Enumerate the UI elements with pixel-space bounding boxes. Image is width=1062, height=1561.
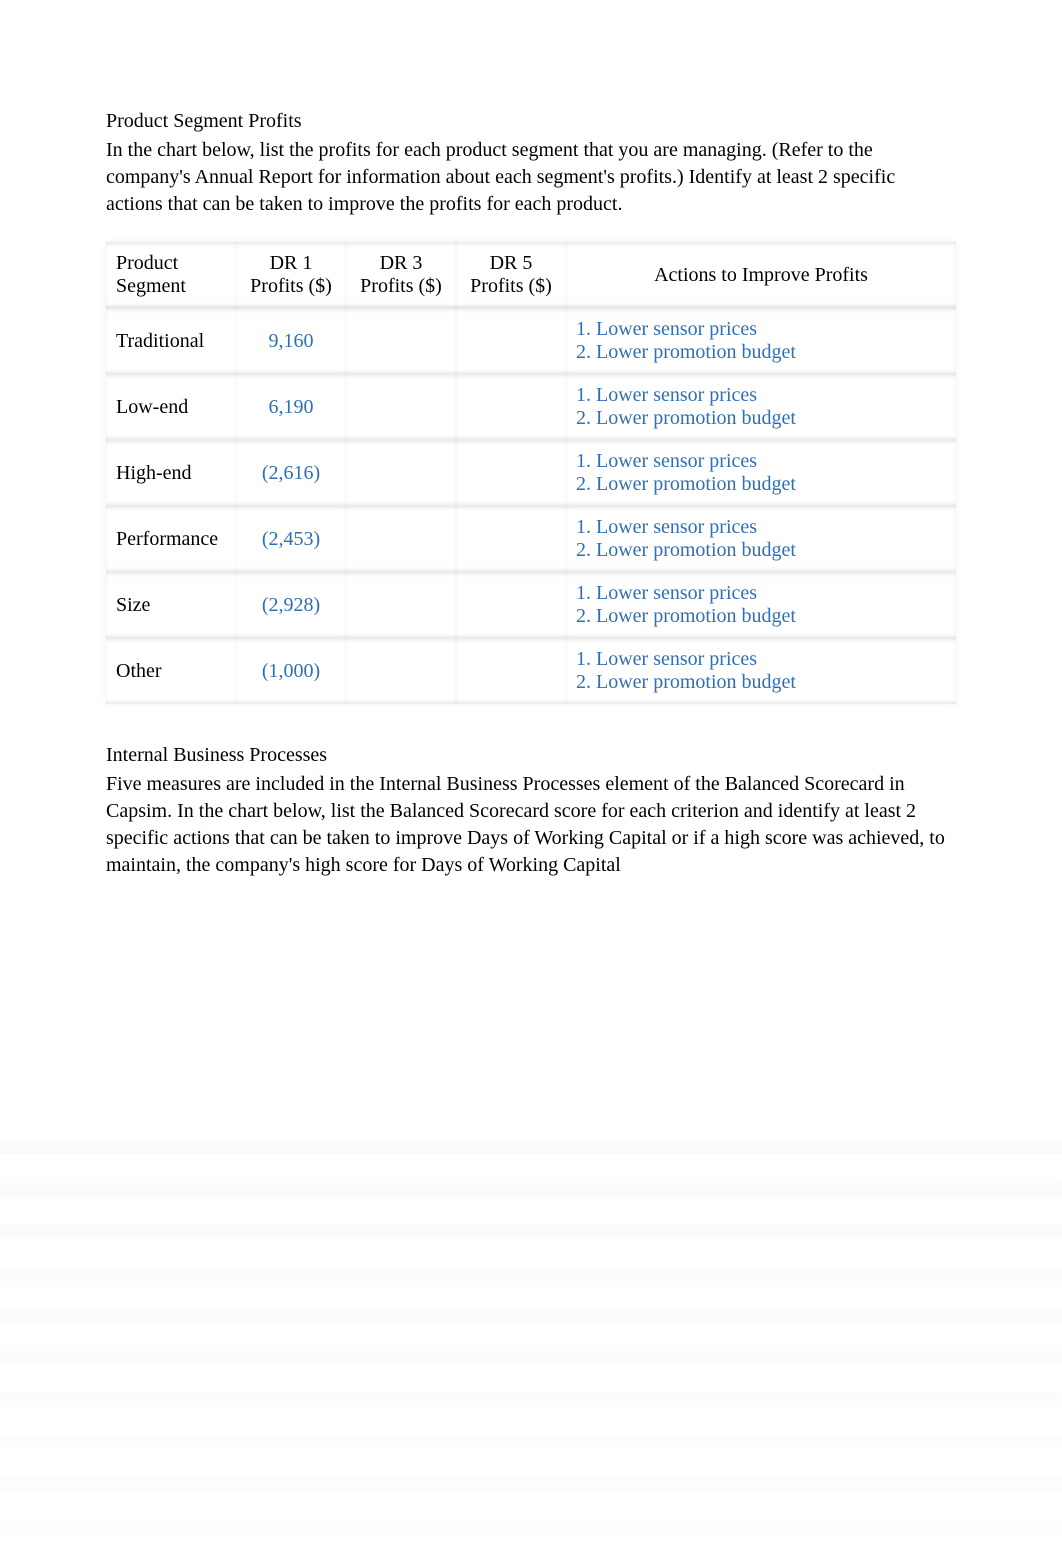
table-row: Traditional 9,160 1. Lower sensor prices… [106, 308, 956, 374]
cell-actions: 1. Lower sensor prices 2. Lower promotio… [566, 638, 956, 704]
document-page: Product Segment Profits In the chart bel… [0, 0, 1062, 1561]
col-header-actions: Actions to Improve Profits [566, 242, 956, 308]
col-header-dr1: DR 1 Profits ($) [236, 242, 346, 308]
action-2: 2. Lower promotion budget [576, 407, 946, 430]
cell-dr1-profit: (2,928) [236, 572, 346, 638]
cell-actions: 1. Lower sensor prices 2. Lower promotio… [566, 308, 956, 374]
table-row: Size (2,928) 1. Lower sensor prices 2. L… [106, 572, 956, 638]
cell-dr1-profit: 9,160 [236, 308, 346, 374]
action-2: 2. Lower promotion budget [576, 473, 946, 496]
action-1: 1. Lower sensor prices [576, 516, 946, 539]
cell-dr1-profit: 6,190 [236, 374, 346, 440]
cell-dr5-profit [456, 638, 566, 704]
cell-dr5-profit [456, 308, 566, 374]
product-segment-profits-table: Product Segment DR 1 Profits ($) DR 3 Pr… [106, 242, 956, 704]
table-header-row: Product Segment DR 1 Profits ($) DR 3 Pr… [106, 242, 956, 308]
cell-dr3-profit [346, 374, 456, 440]
cell-actions: 1. Lower sensor prices 2. Lower promotio… [566, 440, 956, 506]
table-row: Performance (2,453) 1. Lower sensor pric… [106, 506, 956, 572]
cell-segment: Traditional [106, 308, 236, 374]
action-1: 1. Lower sensor prices [576, 648, 946, 671]
table-row: High-end (2,616) 1. Lower sensor prices … [106, 440, 956, 506]
col-header-dr3: DR 3 Profits ($) [346, 242, 456, 308]
cell-segment: Low-end [106, 374, 236, 440]
cell-dr3-profit [346, 572, 456, 638]
cell-dr5-profit [456, 440, 566, 506]
col-header-segment: Product Segment [106, 242, 236, 308]
action-1: 1. Lower sensor prices [576, 582, 946, 605]
action-2: 2. Lower promotion budget [576, 539, 946, 562]
cell-dr3-profit [346, 638, 456, 704]
cell-dr3-profit [346, 440, 456, 506]
cell-segment: Size [106, 572, 236, 638]
cell-dr5-profit [456, 374, 566, 440]
cell-dr5-profit [456, 572, 566, 638]
cell-dr5-profit [456, 506, 566, 572]
col-header-dr5: DR 5 Profits ($) [456, 242, 566, 308]
action-1: 1. Lower sensor prices [576, 450, 946, 473]
cell-dr1-profit: (2,616) [236, 440, 346, 506]
action-2: 2. Lower promotion budget [576, 671, 946, 694]
cell-actions: 1. Lower sensor prices 2. Lower promotio… [566, 374, 956, 440]
cell-dr3-profit [346, 308, 456, 374]
cell-segment: Performance [106, 506, 236, 572]
cell-dr1-profit: (2,453) [236, 506, 346, 572]
cell-segment: High-end [106, 440, 236, 506]
action-2: 2. Lower promotion budget [576, 605, 946, 628]
section2-intro-text: Five measures are included in the Intern… [106, 771, 956, 879]
section-title-product-segment-profits: Product Segment Profits [106, 110, 956, 133]
action-1: 1. Lower sensor prices [576, 384, 946, 407]
page-number: 3 [527, 1270, 536, 1291]
section-title-internal-business-processes: Internal Business Processes [106, 744, 956, 767]
table-row: Low-end 6,190 1. Lower sensor prices 2. … [106, 374, 956, 440]
action-1: 1. Lower sensor prices [576, 318, 946, 341]
cell-dr1-profit: (1,000) [236, 638, 346, 704]
table-row: Other (1,000) 1. Lower sensor prices 2. … [106, 638, 956, 704]
cell-dr3-profit [346, 506, 456, 572]
cell-actions: 1. Lower sensor prices 2. Lower promotio… [566, 572, 956, 638]
section1-intro-text: In the chart below, list the profits for… [106, 137, 956, 218]
action-2: 2. Lower promotion budget [576, 341, 946, 364]
blurred-content-overlay [0, 1141, 1062, 1561]
cell-segment: Other [106, 638, 236, 704]
cell-actions: 1. Lower sensor prices 2. Lower promotio… [566, 506, 956, 572]
